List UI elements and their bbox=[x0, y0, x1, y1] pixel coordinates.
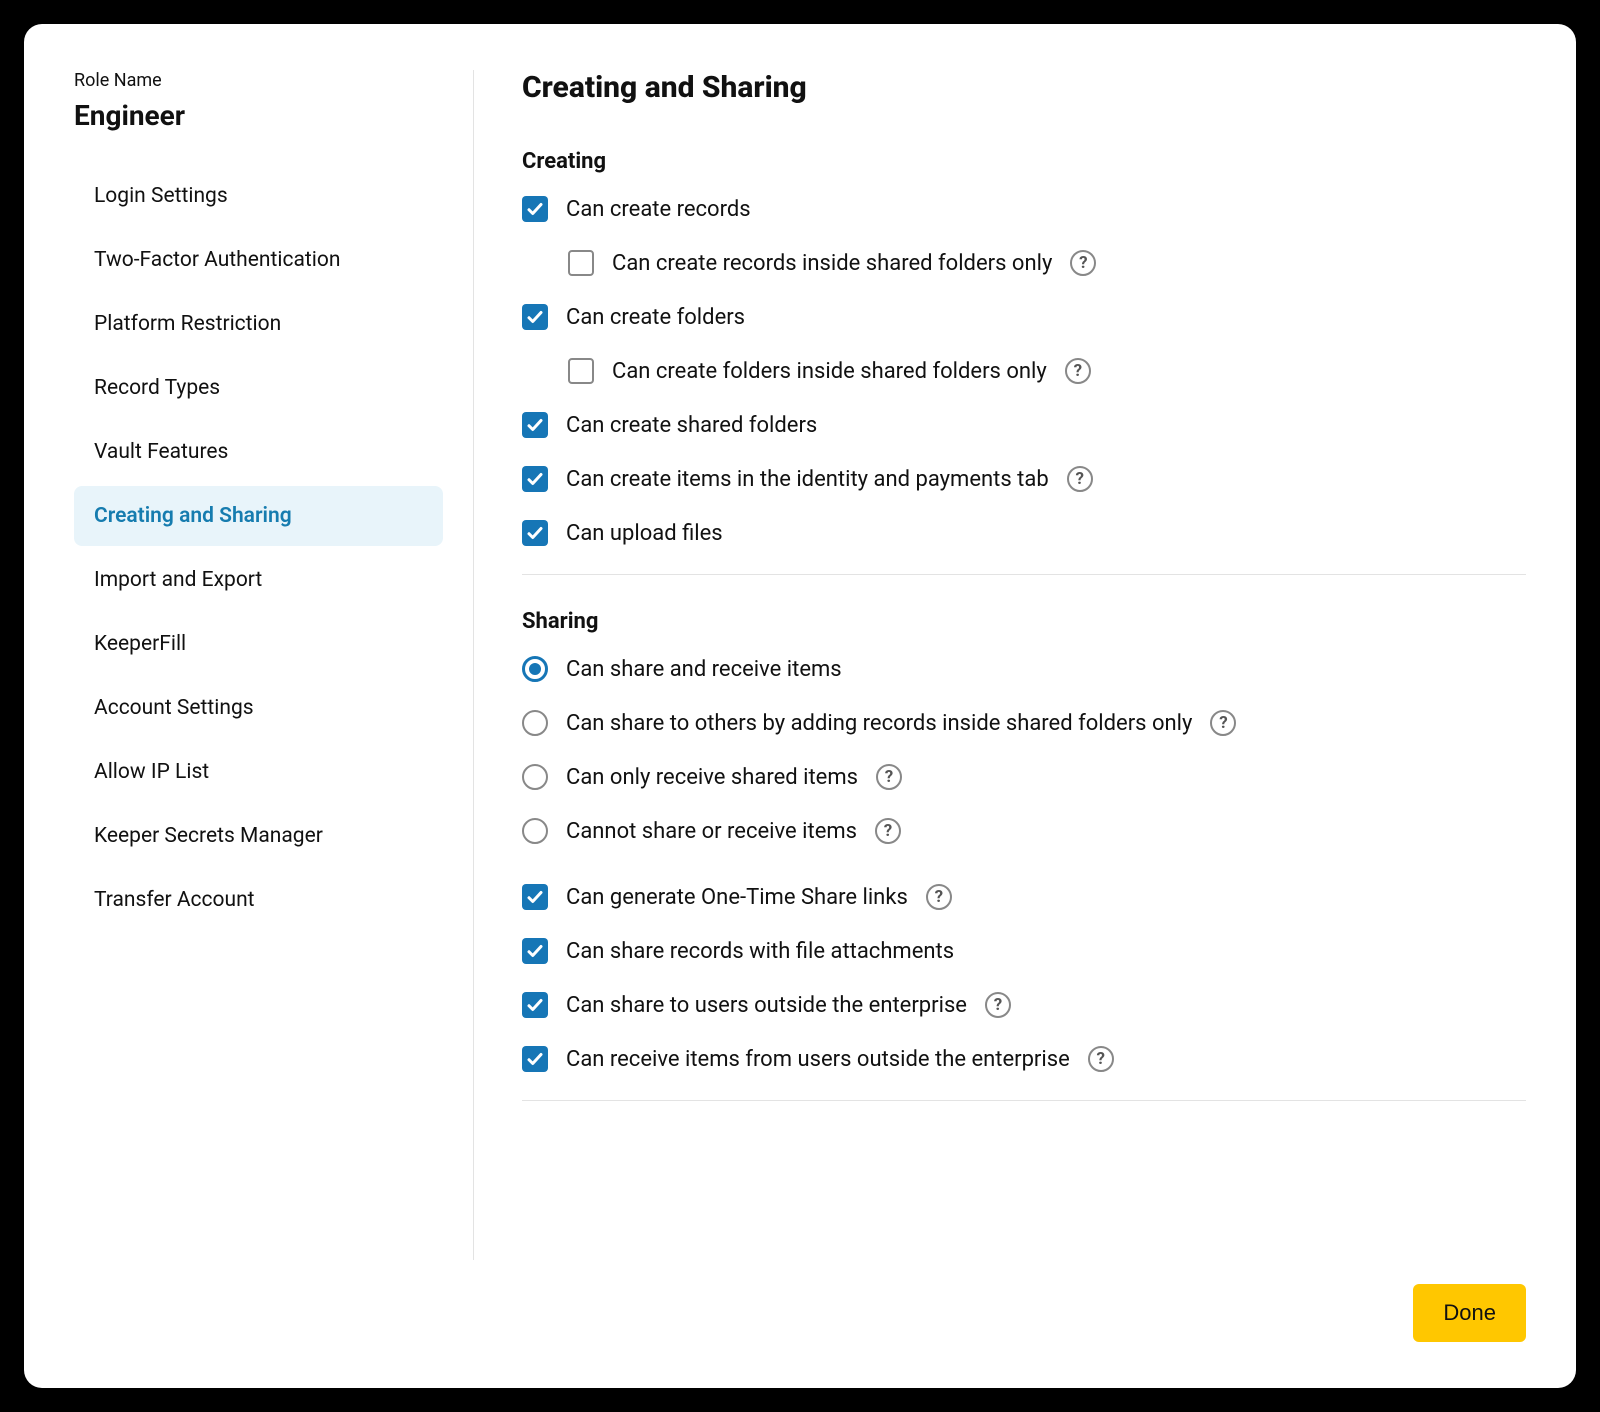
option-share-shared-folders-only: Can share to others by adding records in… bbox=[522, 710, 1526, 736]
option-records-shared-only: Can create records inside shared folders… bbox=[568, 250, 1526, 276]
checkbox-share-attachments[interactable] bbox=[522, 938, 548, 964]
option-cannot-share-receive: Cannot share or receive items ? bbox=[522, 818, 1526, 844]
help-icon[interactable]: ? bbox=[1088, 1046, 1114, 1072]
sidebar: Role Name Engineer Login Settings Two-Fa… bbox=[74, 70, 474, 1260]
label-can-upload-files: Can upload files bbox=[566, 521, 723, 546]
option-can-create-folders: Can create folders bbox=[522, 304, 1526, 330]
nav-item-record-types[interactable]: Record Types bbox=[74, 358, 443, 418]
nav-list: Login Settings Two-Factor Authentication… bbox=[74, 166, 443, 930]
option-receive-outside: Can receive items from users outside the… bbox=[522, 1046, 1526, 1072]
option-share-outside: Can share to users outside the enterpris… bbox=[522, 992, 1526, 1018]
section-divider bbox=[522, 574, 1526, 575]
checkbox-receive-outside[interactable] bbox=[522, 1046, 548, 1072]
label-share-receive: Can share and receive items bbox=[566, 657, 842, 682]
help-icon[interactable]: ? bbox=[875, 818, 901, 844]
label-records-shared-only: Can create records inside shared folders… bbox=[612, 251, 1052, 276]
page-title: Creating and Sharing bbox=[522, 70, 1526, 105]
radio-cannot-share-receive[interactable] bbox=[522, 818, 548, 844]
help-icon[interactable]: ? bbox=[1067, 466, 1093, 492]
checkbox-one-time-share[interactable] bbox=[522, 884, 548, 910]
nav-item-allow-ip-list[interactable]: Allow IP List bbox=[74, 742, 443, 802]
settings-dialog: Role Name Engineer Login Settings Two-Fa… bbox=[24, 24, 1576, 1388]
dialog-footer: Done bbox=[74, 1260, 1526, 1342]
label-cannot-share-receive: Cannot share or receive items bbox=[566, 819, 857, 844]
section-heading-creating: Creating bbox=[522, 149, 1526, 174]
role-name: Engineer bbox=[74, 99, 443, 132]
help-icon[interactable]: ? bbox=[1070, 250, 1096, 276]
label-one-time-share: Can generate One-Time Share links bbox=[566, 885, 908, 910]
option-only-receive: Can only receive shared items ? bbox=[522, 764, 1526, 790]
nav-item-vault-features[interactable]: Vault Features bbox=[74, 422, 443, 482]
main-panel: Creating and Sharing Creating Can create… bbox=[474, 70, 1526, 1260]
help-icon[interactable]: ? bbox=[926, 884, 952, 910]
label-share-outside: Can share to users outside the enterpris… bbox=[566, 993, 967, 1018]
option-identity-payments: Can create items in the identity and pay… bbox=[522, 466, 1526, 492]
checkbox-can-create-shared-folders[interactable] bbox=[522, 412, 548, 438]
label-folders-shared-only: Can create folders inside shared folders… bbox=[612, 359, 1047, 384]
section-divider bbox=[522, 1100, 1526, 1101]
checkbox-identity-payments[interactable] bbox=[522, 466, 548, 492]
checkbox-can-upload-files[interactable] bbox=[522, 520, 548, 546]
label-identity-payments: Can create items in the identity and pay… bbox=[566, 467, 1049, 492]
checkbox-records-shared-only[interactable] bbox=[568, 250, 594, 276]
nav-item-login-settings[interactable]: Login Settings bbox=[74, 166, 443, 226]
help-icon[interactable]: ? bbox=[985, 992, 1011, 1018]
option-can-create-shared-folders: Can create shared folders bbox=[522, 412, 1526, 438]
option-one-time-share: Can generate One-Time Share links ? bbox=[522, 884, 1526, 910]
role-name-label: Role Name bbox=[74, 70, 443, 91]
label-share-shared-folders-only: Can share to others by adding records in… bbox=[566, 711, 1192, 736]
checkbox-can-create-records[interactable] bbox=[522, 196, 548, 222]
content-row: Role Name Engineer Login Settings Two-Fa… bbox=[74, 70, 1526, 1260]
nav-item-platform-restriction[interactable]: Platform Restriction bbox=[74, 294, 443, 354]
option-can-upload-files: Can upload files bbox=[522, 520, 1526, 546]
nav-item-two-factor[interactable]: Two-Factor Authentication bbox=[74, 230, 443, 290]
done-button[interactable]: Done bbox=[1413, 1284, 1526, 1342]
checkbox-share-outside[interactable] bbox=[522, 992, 548, 1018]
nav-item-secrets-manager[interactable]: Keeper Secrets Manager bbox=[74, 806, 443, 866]
nav-item-creating-sharing[interactable]: Creating and Sharing bbox=[74, 486, 443, 546]
section-heading-sharing: Sharing bbox=[522, 609, 1526, 634]
checkbox-folders-shared-only[interactable] bbox=[568, 358, 594, 384]
help-icon[interactable]: ? bbox=[876, 764, 902, 790]
label-only-receive: Can only receive shared items bbox=[566, 765, 858, 790]
label-share-attachments: Can share records with file attachments bbox=[566, 939, 954, 964]
help-icon[interactable]: ? bbox=[1065, 358, 1091, 384]
label-receive-outside: Can receive items from users outside the… bbox=[566, 1047, 1070, 1072]
nav-item-keeperfill[interactable]: KeeperFill bbox=[74, 614, 443, 674]
label-can-create-shared-folders: Can create shared folders bbox=[566, 413, 817, 438]
label-can-create-folders: Can create folders bbox=[566, 305, 745, 330]
radio-share-receive[interactable] bbox=[522, 656, 548, 682]
option-can-create-records: Can create records bbox=[522, 196, 1526, 222]
checkbox-can-create-folders[interactable] bbox=[522, 304, 548, 330]
nav-item-account-settings[interactable]: Account Settings bbox=[74, 678, 443, 738]
radio-only-receive[interactable] bbox=[522, 764, 548, 790]
option-folders-shared-only: Can create folders inside shared folders… bbox=[568, 358, 1526, 384]
label-can-create-records: Can create records bbox=[566, 197, 751, 222]
radio-share-shared-folders-only[interactable] bbox=[522, 710, 548, 736]
option-share-attachments: Can share records with file attachments bbox=[522, 938, 1526, 964]
nav-item-transfer-account[interactable]: Transfer Account bbox=[74, 870, 443, 930]
option-share-receive: Can share and receive items bbox=[522, 656, 1526, 682]
nav-item-import-export[interactable]: Import and Export bbox=[74, 550, 443, 610]
help-icon[interactable]: ? bbox=[1210, 710, 1236, 736]
